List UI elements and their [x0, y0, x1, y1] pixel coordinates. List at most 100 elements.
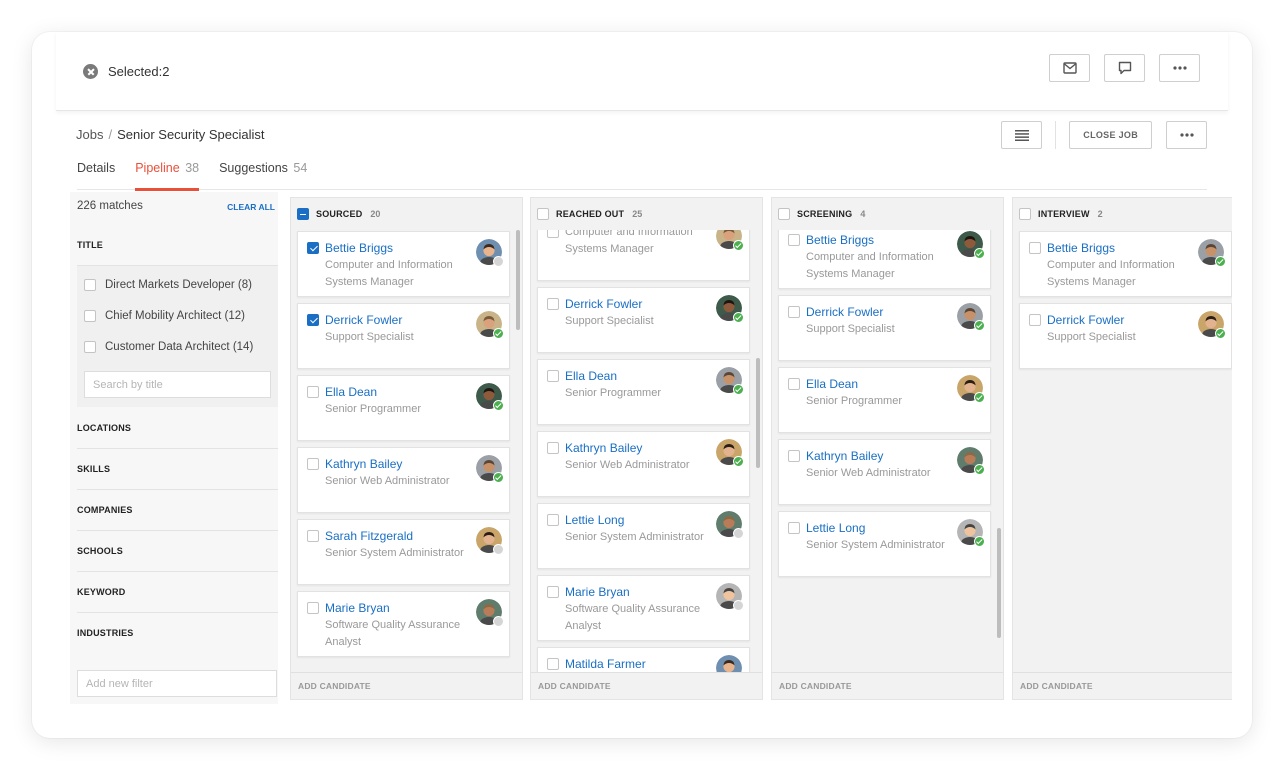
candidate-name[interactable]: Sarah Fitzgerald: [325, 529, 413, 543]
candidate-name[interactable]: Ella Dean: [806, 377, 858, 391]
candidate-name[interactable]: Derrick Fowler: [1047, 313, 1124, 327]
candidate-card[interactable]: Ella Dean Senior Programmer: [778, 367, 991, 433]
title-option[interactable]: Chief Mobility Architect (12): [84, 310, 245, 322]
candidate-card[interactable]: Lettie Long Senior System Administrator: [778, 511, 991, 577]
candidate-name[interactable]: Derrick Fowler: [325, 313, 402, 327]
filter-section-locations[interactable]: LOCATIONS: [77, 408, 278, 449]
list-view-button[interactable]: [1001, 121, 1043, 149]
more-actions-button[interactable]: [1159, 54, 1200, 82]
candidate-name[interactable]: Marie Bryan: [565, 585, 630, 599]
candidate-checkbox[interactable]: [307, 386, 319, 398]
candidate-name[interactable]: Bettie Briggs: [325, 241, 393, 255]
email-button[interactable]: [1049, 54, 1090, 82]
job-more-button[interactable]: [1166, 121, 1207, 149]
candidate-name[interactable]: Kathryn Bailey: [806, 449, 883, 463]
breadcrumb-jobs-link[interactable]: Jobs: [76, 127, 103, 142]
candidate-checkbox[interactable]: [547, 586, 559, 598]
candidate-card[interactable]: Ella Dean Senior Programmer: [537, 359, 750, 425]
candidate-card[interactable]: Sarah Fitzgerald Senior System Administra…: [297, 519, 510, 585]
checkbox[interactable]: [84, 310, 96, 322]
candidate-card[interactable]: Kathryn Bailey Senior Web Administrator: [297, 447, 510, 513]
candidate-checkbox[interactable]: [788, 234, 800, 246]
tab-pipeline[interactable]: Pipeline 38: [135, 156, 199, 191]
add-candidate-button[interactable]: ADD CANDIDATE: [772, 672, 1003, 699]
select-column-checkbox[interactable]: [297, 208, 309, 220]
candidate-checkbox[interactable]: [547, 230, 559, 238]
candidate-checkbox[interactable]: [547, 442, 559, 454]
add-filter-input[interactable]: [77, 670, 277, 697]
close-job-button[interactable]: CLOSE JOB: [1069, 121, 1152, 149]
select-column-checkbox[interactable]: [537, 208, 549, 220]
candidate-checkbox[interactable]: [547, 658, 559, 670]
filter-section-keyword[interactable]: KEYWORD: [77, 572, 278, 613]
column-card-list[interactable]: Bettie Briggs Computer and Information Sy…: [291, 230, 522, 674]
candidate-card[interactable]: Derrick Fowler Support Specialist: [778, 295, 991, 361]
add-candidate-button[interactable]: ADD CANDIDATE: [291, 672, 522, 699]
add-candidate-button[interactable]: ADD CANDIDATE: [1013, 672, 1232, 699]
candidate-checkbox[interactable]: [788, 522, 800, 534]
candidate-checkbox[interactable]: [1029, 314, 1041, 326]
search-by-title-input[interactable]: [84, 371, 271, 398]
candidate-card[interactable]: Computer and Information Systems Manager: [537, 230, 750, 281]
candidate-checkbox[interactable]: [788, 378, 800, 390]
candidate-name[interactable]: Matilda Farmer: [565, 657, 646, 671]
candidate-checkbox[interactable]: [307, 458, 319, 470]
candidate-name[interactable]: Bettie Briggs: [1047, 241, 1115, 255]
candidate-card[interactable]: Kathryn Bailey Senior Web Administrator: [537, 431, 750, 497]
column-card-list[interactable]: Bettie Briggs Computer and Information Sy…: [772, 230, 1003, 674]
filter-section-skills[interactable]: SKILLS: [77, 449, 278, 490]
candidate-card[interactable]: Ella Dean Senior Programmer: [297, 375, 510, 441]
checkbox[interactable]: [84, 341, 96, 353]
clear-selection-icon[interactable]: [83, 63, 98, 79]
candidate-card[interactable]: Matilda FarmerCustomer Support: [537, 647, 750, 674]
candidate-card[interactable]: Derrick Fowler Support Specialist: [297, 303, 510, 369]
column-scrollbar[interactable]: [997, 528, 1001, 638]
filter-section-industries[interactable]: INDUSTRIES: [77, 613, 278, 654]
checkbox[interactable]: [84, 279, 96, 291]
candidate-checkbox[interactable]: [307, 602, 319, 614]
tab-details[interactable]: Details: [77, 156, 115, 190]
candidate-card[interactable]: Derrick Fowler Support Specialist: [1019, 303, 1232, 369]
title-option[interactable]: Direct Markets Developer (8): [84, 279, 252, 291]
candidate-checkbox[interactable]: [547, 370, 559, 382]
candidate-name[interactable]: Derrick Fowler: [565, 297, 642, 311]
candidate-card[interactable]: Kathryn Bailey Senior Web Administrator: [778, 439, 991, 505]
message-button[interactable]: [1104, 54, 1145, 82]
candidate-name[interactable]: Kathryn Bailey: [565, 441, 642, 455]
candidate-name[interactable]: Lettie Long: [806, 521, 865, 535]
candidate-card[interactable]: Marie Bryan Software Quality Assurance An…: [537, 575, 750, 641]
candidate-card[interactable]: Derrick Fowler Support Specialist: [537, 287, 750, 353]
candidate-name[interactable]: Lettie Long: [565, 513, 624, 527]
clear-all-filters-link[interactable]: CLEAR ALL: [227, 202, 275, 212]
title-option[interactable]: Customer Data Architect (14): [84, 341, 253, 353]
column-scrollbar[interactable]: [756, 358, 760, 468]
candidate-name[interactable]: Kathryn Bailey: [325, 457, 402, 471]
candidate-card[interactable]: Marie Bryan Software Quality Assurance An…: [297, 591, 510, 657]
candidate-name[interactable]: Bettie Briggs: [806, 233, 874, 247]
add-candidate-button[interactable]: ADD CANDIDATE: [531, 672, 762, 699]
candidate-card[interactable]: Bettie Briggs Computer and Information Sy…: [297, 231, 510, 297]
candidate-checkbox[interactable]: [307, 242, 319, 254]
candidate-checkbox[interactable]: [547, 514, 559, 526]
column-scrollbar[interactable]: [516, 230, 520, 330]
candidate-card[interactable]: Bettie Briggs Computer and Information Sy…: [778, 230, 991, 289]
candidate-name[interactable]: Ella Dean: [565, 369, 617, 383]
column-card-list[interactable]: Bettie Briggs Computer and Information Sy…: [1013, 230, 1232, 674]
candidate-card[interactable]: Lettie Long Senior System Administrator: [537, 503, 750, 569]
candidate-name[interactable]: Marie Bryan: [325, 601, 390, 615]
candidate-checkbox[interactable]: [1029, 242, 1041, 254]
tab-suggestions[interactable]: Suggestions 54: [219, 156, 307, 190]
candidate-checkbox[interactable]: [788, 450, 800, 462]
candidate-name[interactable]: Ella Dean: [325, 385, 377, 399]
filter-section-companies[interactable]: COMPANIES: [77, 490, 278, 531]
select-column-checkbox[interactable]: [1019, 208, 1031, 220]
candidate-checkbox[interactable]: [307, 530, 319, 542]
candidate-checkbox[interactable]: [307, 314, 319, 326]
candidate-name[interactable]: Derrick Fowler: [806, 305, 883, 319]
candidate-checkbox[interactable]: [547, 298, 559, 310]
candidate-checkbox[interactable]: [788, 306, 800, 318]
column-card-list[interactable]: Computer and Information Systems Manager…: [531, 230, 762, 674]
select-column-checkbox[interactable]: [778, 208, 790, 220]
filter-section-schools[interactable]: SCHOOLS: [77, 531, 278, 572]
candidate-card[interactable]: Bettie Briggs Computer and Information Sy…: [1019, 231, 1232, 297]
